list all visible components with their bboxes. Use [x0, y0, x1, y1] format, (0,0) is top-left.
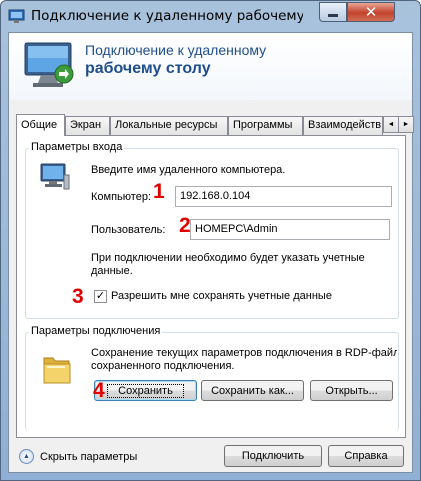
arrow-left-icon: ◄ — [387, 121, 395, 128]
marker-3: 3 — [72, 285, 84, 308]
tab-scroll-left-button[interactable]: ◄ — [383, 116, 399, 133]
remote-desktop-monitor-icon — [24, 42, 74, 87]
tab-scroll-right-button[interactable]: ► — [398, 116, 414, 133]
computer-input[interactable]: 192.168.0.104 — [175, 186, 392, 207]
save-credentials-checkbox[interactable]: ✓ — [94, 290, 107, 303]
dialog-header: Подключение к удаленному рабочему столу — [9, 33, 412, 100]
help-button[interactable]: Справка — [328, 445, 404, 467]
computer-prompt: Введите имя удаленного компьютера. — [91, 164, 286, 176]
save-button-label: Сохранить — [107, 383, 184, 398]
connection-desc-line1: Сохранение текущих параметров подключени… — [91, 347, 397, 359]
collapse-options-icon[interactable]: ▲ — [19, 449, 34, 464]
tab-page-general: Параметры входа Введите имя удаленного к… — [16, 135, 406, 438]
credentials-note-line2: данные. — [91, 265, 133, 277]
tab-programs[interactable]: Программы — [228, 116, 303, 135]
tab-local-resources[interactable]: Локальные ресурсы — [110, 116, 228, 135]
open-button[interactable]: Открыть... — [310, 380, 393, 401]
save-as-button[interactable]: Сохранить как... — [201, 380, 304, 401]
window-title: Подключение к удаленному рабочему ... — [31, 8, 303, 24]
user-input[interactable]: HOMEPC\Admin — [190, 219, 390, 240]
save-button[interactable]: Сохранить — [94, 380, 197, 401]
hide-options-link[interactable]: Скрыть параметры — [40, 451, 137, 463]
connection-settings-group: Параметры подключения Сохранение текущих… — [25, 325, 399, 430]
tab-experience[interactable]: Взаимодейств — [303, 116, 383, 135]
login-settings-title: Параметры входа — [29, 141, 125, 153]
marker-2: 2 — [179, 214, 191, 237]
minimize-button[interactable] — [319, 2, 347, 22]
minimize-icon — [328, 13, 338, 17]
tab-display[interactable]: Экран — [65, 116, 110, 135]
header-title-line2: рабочему столу — [85, 60, 211, 77]
folder-icon — [43, 357, 71, 384]
dialog-client-area: Подключение к удаленному рабочему столу … — [8, 32, 414, 473]
header-title-line1: Подключение к удаленному — [85, 42, 267, 58]
tab-general[interactable]: Общие — [16, 114, 65, 136]
user-label: Пользователь: — [91, 224, 166, 236]
remote-desktop-icon — [8, 9, 25, 23]
connection-settings-title: Параметры подключения — [29, 325, 163, 337]
dialog-footer: ▲ Скрыть параметры Подключить Справка — [9, 438, 412, 472]
arrow-right-icon: ► — [402, 121, 410, 128]
computer-icon — [40, 163, 70, 190]
connection-desc-line2: сохраненного подключения. — [91, 360, 235, 372]
connect-button[interactable]: Подключить — [224, 445, 322, 467]
tab-strip: Общие Экран Локальные ресурсы Программы … — [16, 114, 414, 136]
title-bar[interactable]: Подключение к удаленному рабочему ... ✕ — [1, 1, 420, 33]
computer-label: Компьютер: — [91, 191, 151, 203]
rdp-window: Подключение к удаленному рабочему ... ✕ … — [0, 0, 421, 481]
save-credentials-label[interactable]: Разрешить мне сохранять учетные данные — [111, 290, 332, 302]
close-button[interactable]: ✕ — [347, 2, 395, 22]
marker-1: 1 — [153, 180, 165, 203]
close-icon: ✕ — [364, 2, 378, 21]
credentials-note-line1: При подключении необходимо будет указать… — [91, 252, 365, 264]
marker-4: 4 — [93, 379, 105, 402]
